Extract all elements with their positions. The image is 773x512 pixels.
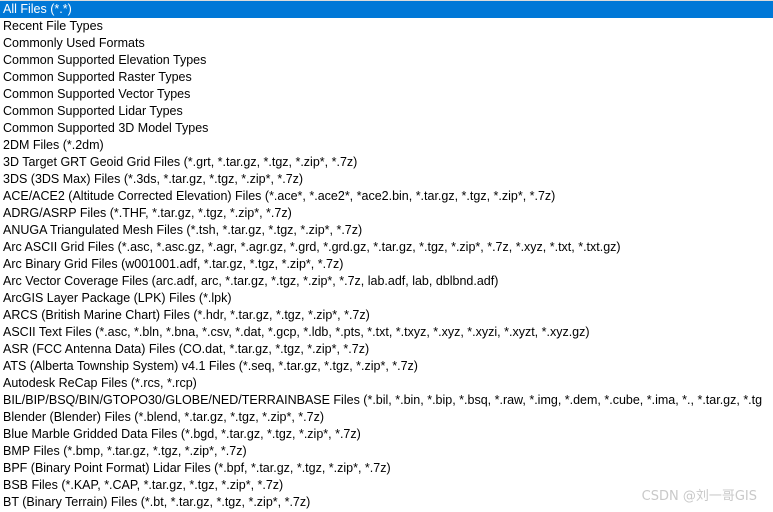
file-type-option[interactable]: BMP Files (*.bmp, *.tar.gz, *.tgz, *.zip…	[0, 443, 773, 460]
file-type-option[interactable]: ArcGIS Layer Package (LPK) Files (*.lpk)	[0, 290, 773, 307]
file-type-option[interactable]: ACE/ACE2 (Altitude Corrected Elevation) …	[0, 188, 773, 205]
file-type-option[interactable]: BIL/BIP/BSQ/BIN/GTOPO30/GLOBE/NED/TERRAI…	[0, 392, 773, 409]
file-type-option[interactable]: 3DS (3DS Max) Files (*.3ds, *.tar.gz, *.…	[0, 171, 773, 188]
file-type-option[interactable]: Arc Binary Grid Files (w001001.adf, *.ta…	[0, 256, 773, 273]
file-type-listbox[interactable]: All Files (*.*) Recent File Types Commonly…	[0, 0, 773, 512]
file-type-option[interactable]: 3D Target GRT Geoid Grid Files (*.grt, *…	[0, 154, 773, 171]
file-type-option[interactable]: ANUGA Triangulated Mesh Files (*.tsh, *.…	[0, 222, 773, 239]
file-type-option[interactable]: Common Supported Elevation Types	[0, 52, 773, 69]
file-type-option[interactable]: Blue Marble Gridded Data Files (*.bgd, *…	[0, 426, 773, 443]
file-type-option[interactable]: Commonly Used Formats	[0, 35, 773, 52]
file-type-option[interactable]: Arc Vector Coverage Files (arc.adf, arc,…	[0, 273, 773, 290]
file-type-option[interactable]: ASR (FCC Antenna Data) Files (CO.dat, *.…	[0, 341, 773, 358]
file-type-option[interactable]: Arc ASCII Grid Files (*.asc, *.asc.gz, *…	[0, 239, 773, 256]
file-type-option[interactable]: Common Supported Raster Types	[0, 69, 773, 86]
file-type-option[interactable]: ASCII Text Files (*.asc, *.bln, *.bna, *…	[0, 324, 773, 341]
file-type-option-selected[interactable]: All Files (*.*)	[0, 1, 773, 18]
file-type-option[interactable]: ADRG/ASRP Files (*.THF, *.tar.gz, *.tgz,…	[0, 205, 773, 222]
file-type-option[interactable]: Common Supported Lidar Types	[0, 103, 773, 120]
file-type-option[interactable]: 2DM Files (*.2dm)	[0, 137, 773, 154]
file-type-option[interactable]: Blender (Blender) Files (*.blend, *.tar.…	[0, 409, 773, 426]
watermark-text: CSDN @刘一哥GIS	[641, 489, 757, 504]
file-type-option[interactable]: Autodesk ReCap Files (*.rcs, *.rcp)	[0, 375, 773, 392]
file-type-list: All Files (*.*) Recent File Types Commonly…	[0, 1, 773, 511]
file-type-option[interactable]: ARCS (British Marine Chart) Files (*.hdr…	[0, 307, 773, 324]
file-type-option[interactable]: Common Supported 3D Model Types	[0, 120, 773, 137]
file-type-option[interactable]: ATS (Alberta Township System) v4.1 Files…	[0, 358, 773, 375]
file-type-option[interactable]: Common Supported Vector Types	[0, 86, 773, 103]
file-type-option[interactable]: Recent File Types	[0, 18, 773, 35]
file-type-option[interactable]: BPF (Binary Point Format) Lidar Files (*…	[0, 460, 773, 477]
